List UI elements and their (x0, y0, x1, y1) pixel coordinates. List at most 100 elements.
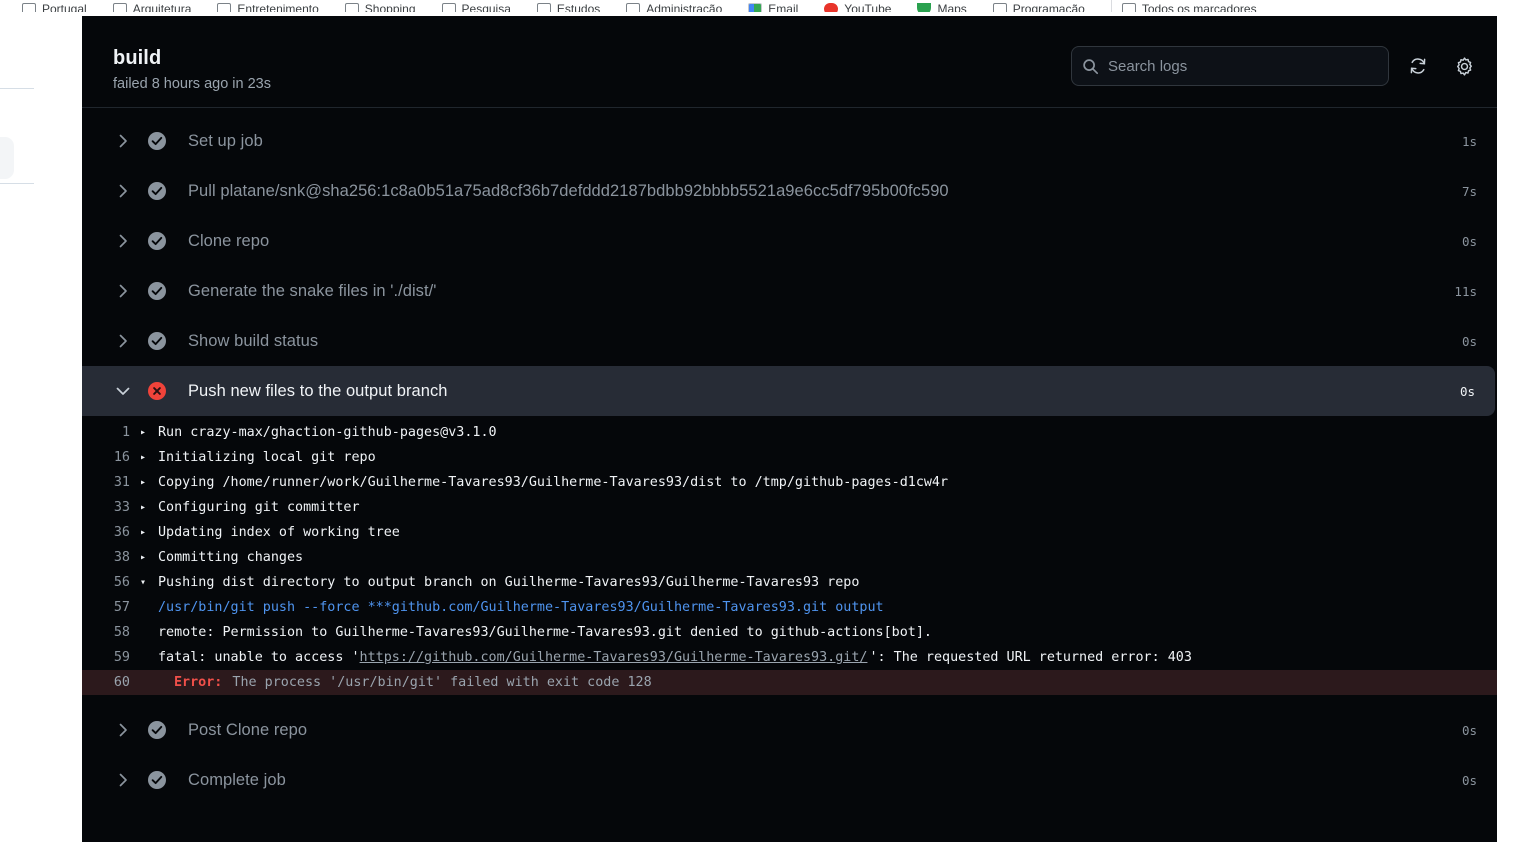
step-label: Complete job (188, 770, 286, 789)
status-success-icon (148, 332, 166, 350)
log-output: 1 ▸ Run crazy-max/ghaction-github-pages@… (82, 416, 1497, 705)
bookmark-item-all[interactable]: Todos os marcadores (1121, 2, 1257, 12)
log-line: 57 /usr/bin/git push --force ***github.c… (82, 595, 1497, 620)
log-line-expanded[interactable]: 56 ▾ Pushing dist directory to output br… (82, 570, 1497, 595)
log-line-number: 33 (113, 500, 130, 515)
bookmark-label: Email (768, 2, 799, 12)
folder-icon (22, 3, 36, 12)
bookmark-item[interactable]: Estudos (536, 2, 601, 12)
step-row[interactable]: Generate the snake files in './dist/' 11… (82, 266, 1497, 316)
folder-icon (626, 3, 641, 12)
bookmark-item[interactable]: YouTube (824, 2, 891, 12)
page-divider-top (0, 88, 34, 89)
search-input[interactable]: Search logs (1071, 46, 1389, 86)
folder-icon (536, 3, 551, 12)
log-line[interactable]: 16 ▸ Initializing local git repo (82, 445, 1497, 470)
step-label: Generate the snake files in './dist/' (188, 281, 437, 300)
job-header-tools: Search logs (1071, 46, 1481, 86)
bookmark-label: YouTube (844, 2, 892, 12)
step-row-failed[interactable]: Push new files to the output branch 0s (82, 366, 1495, 416)
log-link[interactable]: https://github.com/Guilherme-Tavares93/G… (360, 645, 868, 670)
chevron-right-icon (114, 234, 132, 248)
status-success-icon (148, 721, 166, 739)
bookmark-label: Administração (646, 2, 723, 12)
refresh-button[interactable] (1401, 49, 1435, 83)
folder-icon (441, 3, 456, 12)
bookmarks-bar: Portugal Arquitetura Entretenimento Shop… (0, 0, 1521, 12)
triangle-right-icon[interactable]: ▸ (140, 495, 156, 520)
bookmark-item[interactable]: Maps (917, 2, 967, 12)
bookmark-label: Shopping (364, 2, 416, 12)
bookmark-item[interactable]: Pesquisa (441, 2, 511, 12)
status-success-icon (148, 771, 166, 789)
step-row[interactable]: Post Clone repo 0s (82, 705, 1497, 755)
bookmark-item[interactable]: Shopping (344, 2, 416, 12)
bookmark-label: Entretenimento (237, 2, 319, 12)
step-label: Show build status (188, 331, 319, 350)
error-tag: Error: (174, 675, 223, 690)
log-line-text: Run crazy-max/ghaction-github-pages@v3.1… (158, 425, 497, 440)
log-line[interactable]: 36 ▸ Updating index of working tree (82, 520, 1497, 545)
job-log-panel: build failed 8 hours ago in 23s Search l… (82, 16, 1497, 842)
log-line-number: 58 (113, 625, 130, 640)
screen: Portugal Arquitetura Entretenimento Shop… (0, 0, 1521, 842)
gmail-icon (748, 3, 763, 12)
log-line-text: Configuring git committer (158, 500, 360, 515)
bookmark-label: Todos os marcadores (1141, 2, 1257, 12)
bookmark-item[interactable]: Programação (992, 2, 1085, 12)
log-line-text: /usr/bin/git push --force ***github.com/… (158, 600, 884, 615)
log-line-number: 31 (113, 475, 130, 490)
bookmark-label: Maps (937, 2, 967, 12)
triangle-right-icon[interactable]: ▸ (140, 420, 156, 445)
gear-icon (1454, 56, 1475, 77)
maps-icon (917, 3, 932, 12)
steps-list: Set up job 1s Pull platane/snk@sha256:1c… (82, 108, 1497, 805)
status-success-icon (148, 282, 166, 300)
log-line[interactable]: 1 ▸ Run crazy-max/ghaction-github-pages@… (82, 420, 1497, 445)
search-icon (1082, 58, 1099, 75)
step-row[interactable]: Show build status 0s (82, 316, 1497, 366)
folder-icon (217, 3, 232, 12)
log-line[interactable]: 38 ▸ Committing changes (82, 545, 1497, 570)
log-line: 58 remote: Permission to Guilherme-Tavar… (82, 620, 1497, 645)
page-side-chip (0, 137, 14, 179)
bookmark-label: Arquitetura (132, 2, 192, 12)
job-header-titles: build failed 8 hours ago in 23s (113, 47, 271, 92)
step-label: Pull platane/snk@sha256:1c8a0b51a75ad8cf… (188, 181, 949, 200)
triangle-right-icon[interactable]: ▸ (140, 545, 156, 570)
log-line-number: 36 (113, 525, 130, 540)
log-line-number: 16 (113, 450, 130, 465)
step-label: Set up job (188, 131, 263, 150)
bookmark-label: Estudos (556, 2, 601, 12)
bookmark-item[interactable]: Administração (626, 2, 722, 12)
log-line-number: 38 (113, 550, 130, 565)
bookmark-item[interactable]: Email (748, 2, 798, 12)
log-line-text: Initializing local git repo (158, 450, 376, 465)
log-line[interactable]: 33 ▸ Configuring git committer (82, 495, 1497, 520)
chevron-right-icon (114, 284, 132, 298)
step-duration: 0s (1461, 722, 1477, 738)
settings-button[interactable] (1447, 49, 1481, 83)
bookmarks-divider (1110, 0, 1112, 12)
step-row[interactable]: Pull platane/snk@sha256:1c8a0b51a75ad8cf… (82, 166, 1497, 216)
step-row[interactable]: Set up job 1s (82, 116, 1497, 166)
bookmark-item[interactable]: Portugal (22, 2, 87, 12)
bookmark-label: Portugal (42, 2, 87, 12)
step-row[interactable]: Clone repo 0s (82, 216, 1497, 266)
triangle-right-icon[interactable]: ▸ (140, 470, 156, 495)
log-line-text: Updating index of working tree (158, 525, 400, 540)
log-line[interactable]: 31 ▸ Copying /home/runner/work/Guilherme… (82, 470, 1497, 495)
log-line-text-before: fatal: unable to access ' (158, 650, 360, 665)
log-line-error: 60 Error: The process '/usr/bin/git' fai… (82, 670, 1497, 695)
bookmark-item[interactable]: Arquitetura (112, 2, 192, 12)
step-row[interactable]: Complete job 0s (82, 755, 1497, 805)
bookmark-item[interactable]: Entretenimento (217, 2, 319, 12)
status-success-icon (148, 232, 166, 250)
refresh-icon (1408, 56, 1428, 76)
step-duration: 0s (1459, 383, 1475, 399)
triangle-down-icon[interactable]: ▾ (140, 570, 156, 595)
status-failure-icon (148, 382, 166, 400)
triangle-right-icon[interactable]: ▸ (140, 445, 156, 470)
log-line-text: remote: Permission to Guilherme-Tavares9… (158, 625, 932, 640)
triangle-right-icon[interactable]: ▸ (140, 520, 156, 545)
